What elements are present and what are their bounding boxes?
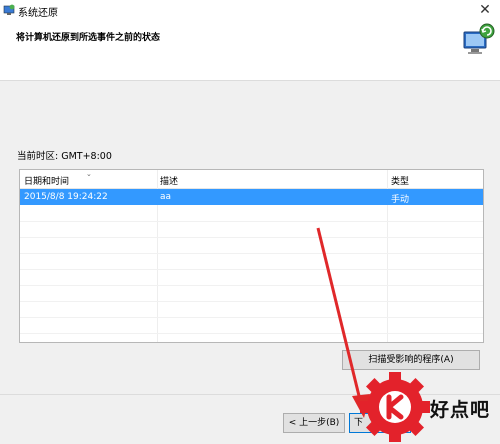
column-header-type[interactable]: 类型	[391, 174, 409, 187]
cell-datetime: 2015/8/8 19:24:22	[24, 192, 108, 202]
page-subtitle: 将计算机还原到所选事件之前的状态	[16, 33, 161, 43]
cell-type: 手动	[391, 195, 410, 205]
title-bar: 系统还原 ✕	[0, 0, 500, 22]
row-separator	[20, 253, 483, 254]
header-panel: 系统还原 ✕ 将计算机还原到所选事件之前的状态	[0, 0, 500, 81]
restore-computer-icon	[463, 23, 495, 54]
timezone-label: 当前时区: GMT+8:00	[17, 151, 112, 162]
row-separator	[20, 333, 483, 334]
scan-affected-programs-button[interactable]: 扫描受影响的程序(A)	[342, 350, 480, 370]
column-header-datetime[interactable]: 日期和时间	[24, 174, 69, 187]
window-title: 系统还原	[18, 8, 58, 19]
row-separator	[20, 301, 483, 302]
watermark-text: 好点吧	[430, 399, 491, 421]
row-separator	[20, 285, 483, 286]
row-separator	[20, 237, 483, 238]
column-header-description[interactable]: 描述	[160, 174, 178, 187]
table-header: 日期和时间 ⌄ 描述 类型	[20, 170, 483, 189]
sort-chevron-icon: ⌄	[86, 170, 92, 178]
row-separator	[20, 221, 483, 222]
table-row[interactable]: 2015/8/8 19:24:22 aa 手动	[20, 189, 483, 205]
cell-description: aa	[160, 192, 172, 202]
close-icon[interactable]: ✕	[476, 1, 494, 19]
back-button[interactable]: < 上一步(B)	[283, 413, 345, 433]
row-separator	[20, 269, 483, 270]
restore-points-table[interactable]: 日期和时间 ⌄ 描述 类型 2015/8/8 19:24:22 aa 手动	[19, 169, 484, 343]
system-restore-icon	[3, 4, 15, 15]
row-separator	[20, 317, 483, 318]
